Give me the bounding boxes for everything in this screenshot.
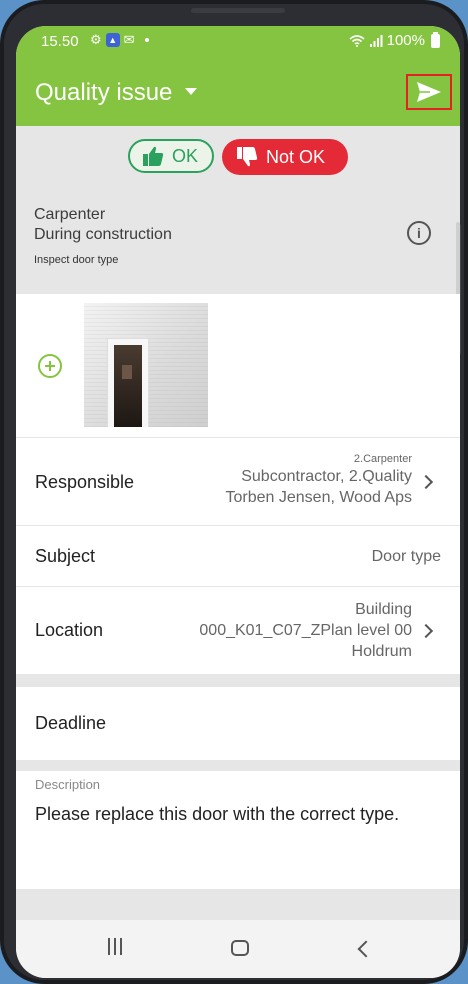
responsible-row[interactable]: Responsible 2.Carpenter Subcontractor, 2… <box>16 437 460 525</box>
phase-label: During construction <box>34 226 172 243</box>
trade-label: Carpenter <box>34 206 106 223</box>
more-notifications-dot <box>144 38 149 42</box>
checkpoint-info: Carpenter During construction Inspect do… <box>16 190 460 294</box>
responsible-company: Subcontractor, 2.Quality <box>241 468 412 485</box>
add-photo-icon[interactable] <box>38 354 62 378</box>
location-building: Building <box>355 601 412 618</box>
responsible-label: Responsible <box>35 472 135 492</box>
phone-frame: 15.50 ⚙ ▲ ✉ 100% Quality issue OK Not OK… <box>0 0 468 984</box>
send-icon <box>417 82 441 102</box>
location-plan: 000_K01_C07_ZPlan level 00 <box>199 622 412 639</box>
photo-thumbnail[interactable] <box>84 303 208 427</box>
subject-row[interactable]: Subject Door type <box>16 525 460 586</box>
deadline-row[interactable]: Deadline <box>16 686 460 760</box>
battery-icon <box>431 31 440 48</box>
subject-label: Subject <box>35 546 96 566</box>
status-toggle: OK Not OK <box>16 126 460 190</box>
subject-value: Door type <box>371 548 441 565</box>
recents-button[interactable] <box>108 938 122 955</box>
screen: 15.50 ⚙ ▲ ✉ 100% Quality issue OK Not OK… <box>16 26 460 978</box>
ok-label: OK <box>172 145 199 166</box>
chevron-right-icon <box>418 474 434 490</box>
app-notification-icon: ▲ <box>105 33 120 47</box>
home-button[interactable] <box>231 940 249 956</box>
location-label: Location <box>35 620 104 640</box>
status-notification-icons: ⚙ ▲ ✉ <box>90 32 149 48</box>
settings-icon: ⚙ <box>90 32 102 47</box>
chevron-down-icon[interactable] <box>185 88 197 95</box>
door-opening <box>114 345 142 427</box>
wifi-icon <box>349 34 365 47</box>
responsible-group: 2.Carpenter <box>353 453 412 465</box>
deadline-label: Deadline <box>35 713 107 733</box>
ok-button[interactable]: OK <box>128 139 214 173</box>
phone-bezel: 15.50 ⚙ ▲ ✉ 100% Quality issue OK Not OK… <box>4 4 464 980</box>
description-text[interactable]: Please replace this door with the correc… <box>35 804 399 825</box>
status-system-icons: 100% <box>349 31 440 49</box>
description-label: Description <box>35 777 101 792</box>
not-ok-button[interactable]: Not OK <box>222 139 348 175</box>
thumbs-up-icon <box>143 146 164 166</box>
responsible-person: Torben Jensen, Wood Aps <box>225 489 413 506</box>
location-values: Building 000_K01_C07_ZPlan level 00 Hold… <box>199 599 412 662</box>
app-bar: Quality issue <box>16 58 460 126</box>
status-bar: 15.50 ⚙ ▲ ✉ 100% <box>16 26 460 58</box>
status-time: 15.50 <box>41 33 79 50</box>
thumbs-down-icon <box>237 147 258 167</box>
system-navigation-bar <box>16 920 460 978</box>
responsible-values: 2.Carpenter Subcontractor, 2.Quality Tor… <box>226 452 413 508</box>
signal-icon <box>369 34 383 47</box>
speaker-grille <box>191 8 285 13</box>
send-button[interactable] <box>406 74 452 110</box>
description-field[interactable]: Description Please replace this door wit… <box>16 770 460 889</box>
location-area: Holdrum <box>351 643 412 660</box>
info-icon[interactable]: i <box>407 221 431 245</box>
back-button[interactable] <box>357 940 375 958</box>
battery-percent: 100% <box>386 32 425 49</box>
not-ok-label: Not OK <box>266 146 326 167</box>
location-row[interactable]: Location Building 000_K01_C07_ZPlan leve… <box>16 586 460 674</box>
page-title[interactable]: Quality issue <box>35 79 172 107</box>
photo-section <box>16 294 460 437</box>
chevron-right-icon <box>418 623 434 639</box>
mail-icon: ✉ <box>123 32 135 47</box>
checkpoint-label: Inspect door type <box>34 254 119 266</box>
